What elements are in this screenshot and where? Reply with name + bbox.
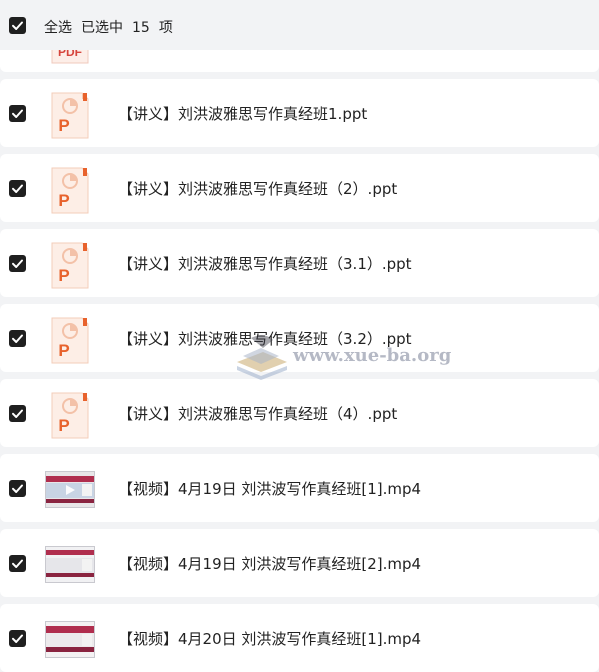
check-icon [12,334,23,343]
row-checkbox[interactable] [9,480,26,497]
file-row[interactable]: 【视频】4月19日 刘洪波写作真经班[2].mp4 [0,529,599,597]
watermark: www.xue-ba.org [233,330,451,386]
svg-text:P: P [58,266,69,285]
video-thumbnail [45,621,95,658]
svg-text:P: P [58,116,69,135]
file-name: 【视频】4月20日 刘洪波写作真经班[1].mp4 [118,630,422,648]
check-icon [12,559,23,568]
selected-count: 15 [132,20,150,36]
file-row[interactable]: 【视频】4月19日 刘洪波写作真经班[1].mp4 [0,454,599,522]
row-checkbox[interactable] [9,405,26,422]
check-icon [12,634,23,643]
check-icon [12,409,23,418]
video-thumbnail [45,471,95,508]
file-name: 【讲义】刘洪波雅思写作真经班（2）.ppt [118,180,398,198]
ppt-file-icon: P [51,392,89,439]
file-name: 【视频】4月19日 刘洪波写作真经班[1].mp4 [118,480,422,498]
svg-text:P: P [58,416,69,435]
row-checkbox[interactable] [9,180,26,197]
check-icon [12,259,23,268]
file-name: 【讲义】刘洪波雅思写作真经班1.ppt [118,105,368,123]
check-icon [12,21,23,30]
selection-header: 全选 已选中 15 项 [0,0,599,50]
select-all-checkbox[interactable] [9,17,26,34]
watermark-text: www.xue-ba.org [293,345,452,366]
select-all-label[interactable]: 全选 [44,20,72,36]
row-checkbox[interactable] [9,255,26,272]
row-checkbox[interactable] [9,330,26,347]
check-icon [12,184,23,193]
svg-text:P: P [58,191,69,210]
row-checkbox[interactable] [9,630,26,647]
file-name: 【视频】4月19日 刘洪波写作真经班[2].mp4 [118,555,422,573]
books-logo-icon [237,335,287,380]
check-icon [12,484,23,493]
ppt-file-icon: P [51,317,89,364]
selection-summary: 全选 已选中 15 项 [44,17,182,37]
file-row[interactable]: 【视频】4月20日 刘洪波写作真经班[1].mp4 [0,604,599,672]
check-icon [12,109,23,118]
row-checkbox[interactable] [9,555,26,572]
file-name: 【讲义】刘洪波雅思写作真经班（4）.ppt [118,405,398,423]
file-row[interactable]: P 【讲义】刘洪波雅思写作真经班（3.1）.ppt [0,229,599,297]
svg-text:P: P [58,341,69,360]
play-icon [66,485,75,495]
file-row[interactable]: P 【讲义】刘洪波雅思写作真经班（2）.ppt [0,154,599,222]
ppt-file-icon: P [51,92,89,139]
file-selection-page: 全选 已选中 15 项 PDF P 【讲义】刘洪波雅思写作真经班1.ppt P … [0,0,599,672]
selected-suffix: 项 [158,20,173,36]
selected-prefix: 已选中 [81,20,123,36]
row-checkbox[interactable] [9,105,26,122]
file-row[interactable]: P 【讲义】刘洪波雅思写作真经班（4）.ppt [0,379,599,447]
ppt-file-icon: P [51,242,89,289]
ppt-file-icon: P [51,167,89,214]
file-row[interactable]: P 【讲义】刘洪波雅思写作真经班1.ppt [0,79,599,147]
file-name: 【讲义】刘洪波雅思写作真经班（3.1）.ppt [118,255,412,273]
video-thumbnail [45,546,95,583]
